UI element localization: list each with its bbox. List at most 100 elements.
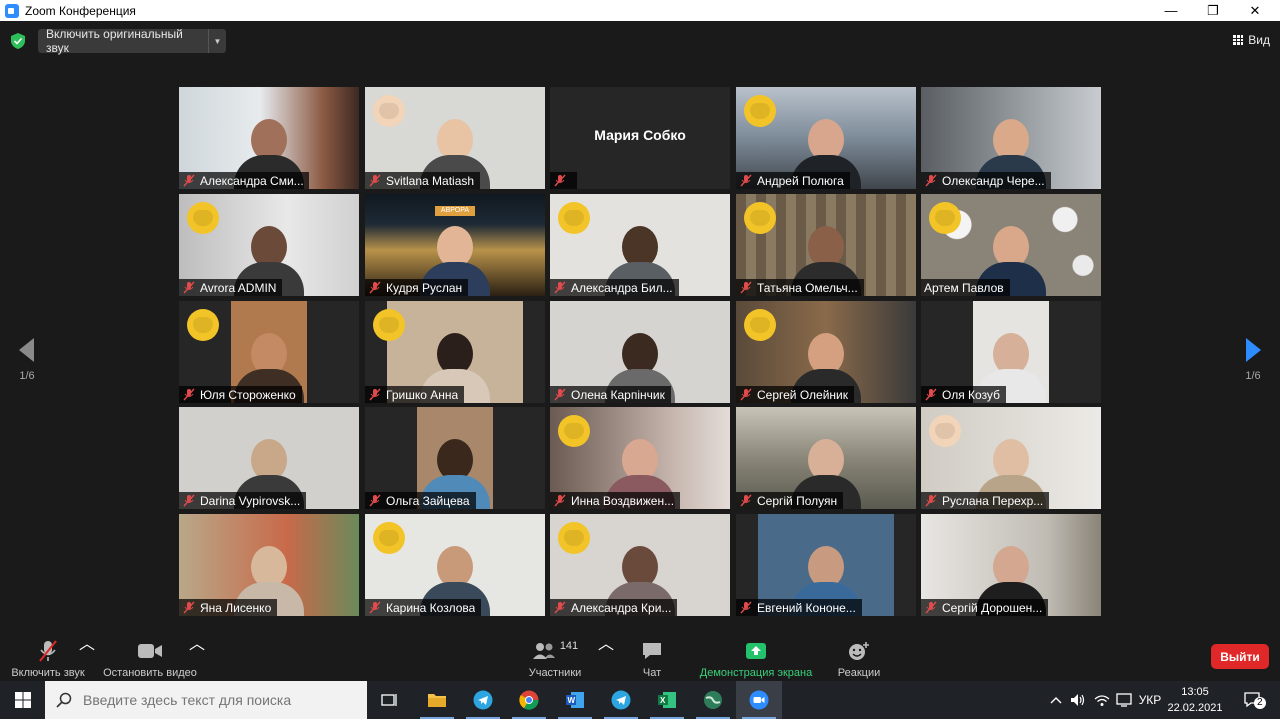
view-button[interactable]: Вид [1233,33,1270,47]
video-tile[interactable]: АВРОРА Кудря Руслан [365,194,545,296]
video-tile[interactable]: Руслана Перехр... [921,407,1101,509]
search-icon [56,692,72,708]
audio-options-caret[interactable]: ︿ [79,630,95,654]
muted-mic-icon [369,174,381,187]
taskbar-excel[interactable]: X [644,681,690,719]
participants-button[interactable]: 141 Участники [524,630,586,681]
wifi-icon [1094,695,1110,706]
prev-page-button[interactable]: 1/6 [12,338,42,398]
video-tile-active-speaker[interactable]: Артем Павлов [921,194,1101,296]
muted-mic-icon [554,174,566,187]
video-tile[interactable]: Евгений Кононе... [736,514,916,616]
clock[interactable]: 13:05 22.02.2021 [1165,684,1225,716]
taskbar-zoom[interactable] [736,681,782,719]
video-tile[interactable]: Ольга Зайцева [365,407,545,509]
muted-mic-icon [740,601,752,614]
taskbar-file-explorer[interactable] [414,681,460,719]
video-tile[interactable]: Олена Карпінчик [550,301,730,403]
chevron-down-icon[interactable]: ▼ [208,29,226,53]
video-tile[interactable]: Александра Сми... [179,87,359,189]
video-tile[interactable]: Александра Кри... [550,514,730,616]
video-tile[interactable]: Сергій Полуян [736,407,916,509]
volume-button[interactable] [1068,681,1088,719]
video-tile[interactable]: Мария Собко [550,87,730,189]
search-input[interactable] [83,692,353,708]
speaker-icon [1071,694,1085,706]
video-tile[interactable]: Александра Бил... [550,194,730,296]
windows-taskbar: W X УКР 13:05 22.02.2021 [0,681,1280,719]
taskbar-search[interactable] [45,681,367,719]
video-options-caret[interactable]: ︿ [189,630,205,654]
muted-mic-icon [554,494,566,507]
video-tile[interactable]: Юля Стороженко [179,301,359,403]
muted-mic-icon [740,174,752,187]
raised-hand-icon [744,309,776,341]
participant-name: Avrora ADMIN [179,279,283,296]
video-tile[interactable]: Олександр Чере... [921,87,1101,189]
muted-mic-icon [183,388,195,401]
taskbar-globe-app[interactable] [690,681,736,719]
raised-hand-icon [187,202,219,234]
video-tile[interactable]: Darina Vypirovsk... [179,407,359,509]
muted-mic-icon [554,388,566,401]
clock-time: 13:05 [1181,686,1209,698]
video-tile[interactable]: Андрей Полюга [736,87,916,189]
video-tile[interactable]: Гришко Анна [365,301,545,403]
maximize-button[interactable]: ❐ [1194,0,1232,21]
video-tile[interactable]: Яна Лисенко [179,514,359,616]
chrome-icon [519,690,539,710]
video-tile[interactable]: Татьяна Омельч... [736,194,916,296]
tray-overflow-button[interactable] [1046,681,1066,719]
raised-hand-icon [929,202,961,234]
taskbar-chrome[interactable] [506,681,552,719]
participant-name: Евгений Кононе... [736,599,862,616]
page-indicator-left: 1/6 [19,370,35,382]
participant-name: Татьяна Омельч... [736,279,864,296]
taskbar-telegram[interactable] [460,681,506,719]
minimize-button[interactable]: — [1152,0,1190,21]
original-sound-button[interactable]: Включить оригинальный звук ▼ [38,27,226,55]
reactions-button[interactable]: Реакции [834,630,884,681]
muted-mic-icon [925,388,937,401]
share-screen-icon [746,643,766,659]
task-view-button[interactable] [367,681,413,719]
original-sound-label: Включить оригинальный звук [46,27,183,55]
video-camera-icon [138,644,162,658]
shield-icon[interactable] [11,33,25,49]
participant-name: Александра Кри... [550,599,678,616]
network-button[interactable] [1092,681,1112,719]
participant-name: Darina Vypirovsk... [179,492,307,509]
start-button[interactable] [0,681,45,719]
video-tile[interactable]: Инна Воздвижен... [550,407,730,509]
window-title: Zoom Конференция [25,3,136,18]
word-icon: W [566,692,584,708]
leave-meeting-button[interactable]: Выйти [1211,644,1269,669]
participant-name: Оля Козуб [921,386,1006,403]
video-tile[interactable]: Сергей Олейник [736,301,916,403]
notifications-button[interactable]: 2 [1234,681,1272,719]
stop-video-button[interactable]: Остановить видео [100,630,200,681]
video-tile[interactable]: Сергій Дорошен... [921,514,1101,616]
video-tile[interactable]: Svitlana Matiash [365,87,545,189]
taskbar-word[interactable]: W [552,681,598,719]
participant-name: Ольга Зайцева [365,492,476,509]
video-tile[interactable]: Оля Козуб [921,301,1101,403]
view-label: Вид [1248,33,1270,47]
stop-video-label: Остановить видео [103,667,197,679]
participant-name: Сергій Дорошен... [921,599,1049,616]
participant-name: Гришко Анна [365,386,465,403]
next-page-button[interactable]: 1/6 [1238,338,1268,398]
participants-options-caret[interactable]: ︿ [598,630,614,654]
video-tile[interactable]: Карина Козлова [365,514,545,616]
grid-view-icon [1233,35,1244,45]
chat-button[interactable]: Чат [632,630,672,681]
video-tile[interactable]: Avrora ADMIN [179,194,359,296]
taskbar-telegram-2[interactable] [598,681,644,719]
tray-app-button[interactable] [1114,681,1134,719]
input-language-button[interactable]: УКР [1136,681,1164,719]
muted-mic-icon [183,494,195,507]
participant-name: Александра Бил... [550,279,679,296]
share-screen-button[interactable]: Демонстрация экрана [696,630,816,681]
reactions-label: Реакции [837,667,881,679]
close-button[interactable]: ✕ [1236,0,1274,21]
